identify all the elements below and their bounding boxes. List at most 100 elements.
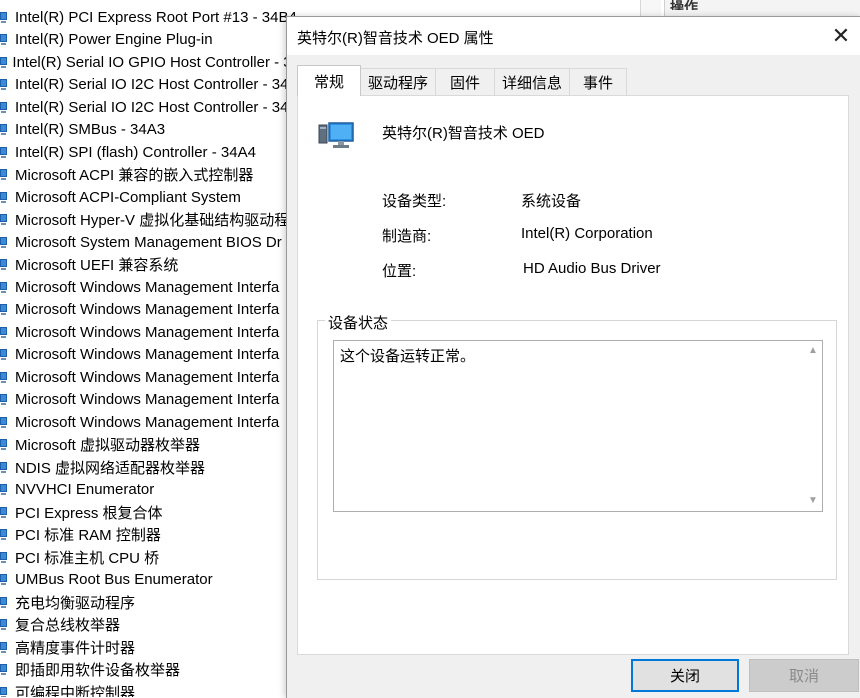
device-list-item[interactable]: Microsoft Windows Management Interfa bbox=[0, 411, 300, 433]
close-button[interactable]: 关闭 bbox=[631, 659, 739, 692]
device-list-item[interactable]: Intel(R) Serial IO I2C Host Controller -… bbox=[0, 96, 300, 118]
manufacturer-value: Intel(R) Corporation bbox=[521, 225, 653, 242]
device-list-item-label: NDIS 虚拟网络适配器枚举器 bbox=[15, 459, 206, 477]
manufacturer-label: 制造商: bbox=[382, 228, 432, 245]
device-list-item-label: PCI 标准 RAM 控制器 bbox=[15, 527, 161, 544]
device-list-item[interactable]: NDIS 虚拟网络适配器枚举器 bbox=[0, 456, 300, 478]
device-list-item[interactable]: Microsoft Windows Management Interfa bbox=[0, 344, 300, 366]
device-list-item-label: Microsoft UEFI 兼容系统 bbox=[15, 257, 179, 274]
device-list-item-label: NVVHCI Enumerator bbox=[15, 481, 155, 498]
device-list-item-label: 复合总线枚举器 bbox=[15, 617, 121, 634]
device-list-item[interactable]: Microsoft 虚拟驱动器枚举器 bbox=[0, 434, 300, 456]
device-list-item[interactable]: Intel(R) PCI Express Root Port #13 - 34B… bbox=[0, 6, 300, 28]
device-icon bbox=[0, 686, 8, 697]
device-list-item[interactable]: UMBus Root Bus Enumerator bbox=[0, 569, 300, 591]
device-icon bbox=[0, 394, 8, 405]
scroll-down-icon[interactable]: ▼ bbox=[808, 495, 818, 506]
device-list-item-label: Microsoft Windows Management Interfa bbox=[15, 346, 280, 363]
tab-events[interactable]: 事件 bbox=[569, 68, 627, 95]
device-list-item[interactable]: Microsoft Windows Management Interfa bbox=[0, 276, 300, 298]
device-list-item-label: PCI 标准主机 CPU 桥 bbox=[15, 549, 160, 567]
device-list-item-label: Microsoft Windows Management Interfa bbox=[15, 323, 280, 341]
device-list-item-label: 高精度事件计时器 bbox=[15, 639, 136, 657]
device-icon bbox=[0, 236, 8, 248]
tab-firmware[interactable]: 固件 bbox=[435, 68, 495, 95]
device-list-item-label: Microsoft Windows Management Interfa bbox=[15, 301, 280, 318]
device-list-item[interactable]: Microsoft Windows Management Interfa bbox=[0, 299, 300, 321]
device-list-item[interactable]: 即插即用软件设备枚举器 bbox=[0, 659, 300, 681]
device-icon bbox=[0, 664, 8, 675]
device-list-item[interactable]: Microsoft Windows Management Interfa bbox=[0, 366, 300, 388]
device-icon bbox=[0, 529, 8, 540]
device-type-value: 系统设备 bbox=[521, 193, 582, 210]
device-list-item[interactable]: Microsoft Windows Management Interfa bbox=[0, 389, 300, 411]
device-list-item[interactable]: Microsoft System Management BIOS Dr bbox=[0, 231, 300, 253]
device-list-item-label: Microsoft Windows Management Interfa bbox=[15, 368, 280, 386]
device-type-label: 设备类型: bbox=[382, 193, 447, 210]
device-icon bbox=[0, 56, 8, 68]
device-list-item[interactable]: Microsoft Windows Management Interfa bbox=[0, 321, 300, 343]
dialog-titlebar[interactable]: 英特尔(R)智音技术 OED 属性 ✕ bbox=[287, 17, 860, 55]
device-icon bbox=[0, 439, 8, 450]
device-icon bbox=[0, 146, 8, 158]
device-list-item[interactable]: 充电均衡驱动程序 bbox=[0, 591, 300, 613]
device-list-item-label: Microsoft Hyper-V 虚拟化基础结构驱动程 bbox=[15, 212, 290, 229]
device-list-item-label: UMBus Root Bus Enumerator bbox=[15, 571, 213, 588]
device-list-item-label: Microsoft ACPI 兼容的嵌入式控制器 bbox=[15, 167, 254, 184]
scroll-up-icon[interactable]: ▲ bbox=[808, 345, 818, 356]
device-name: 英特尔(R)智音技术 OED bbox=[382, 125, 545, 142]
device-list-item[interactable]: Microsoft UEFI 兼容系统 bbox=[0, 254, 300, 276]
device-icon bbox=[0, 124, 8, 135]
device-list-item[interactable]: Intel(R) Serial IO GPIO Host Controller … bbox=[0, 51, 300, 73]
device-icon bbox=[0, 574, 8, 585]
device-list-item[interactable]: 可编程中断控制器 bbox=[0, 681, 300, 697]
device-status-text: 这个设备运转正常。 bbox=[340, 348, 476, 365]
device-icon bbox=[0, 619, 8, 630]
device-list-item[interactable]: Microsoft ACPI 兼容的嵌入式控制器 bbox=[0, 164, 300, 186]
device-list-item-label: Intel(R) Serial IO I2C Host Controller -… bbox=[15, 76, 289, 93]
tab-driver[interactable]: 驱动程序 bbox=[360, 68, 436, 95]
device-icon bbox=[0, 101, 8, 113]
device-icon bbox=[0, 326, 8, 338]
status-scrollbar[interactable]: ▲ ▼ bbox=[805, 341, 822, 511]
device-list-item[interactable]: PCI 标准主机 CPU 桥 bbox=[0, 546, 300, 568]
device-list-item-label: 可编程中断控制器 bbox=[15, 684, 136, 698]
device-list-item-label: 即插即用软件设备枚举器 bbox=[15, 662, 181, 679]
device-icon bbox=[0, 349, 8, 360]
device-icon bbox=[0, 484, 8, 495]
location-value: HD Audio Bus Driver bbox=[523, 260, 661, 277]
device-icon bbox=[0, 371, 8, 383]
device-list-item[interactable]: NVVHCI Enumerator bbox=[0, 479, 300, 501]
device-list-item-label: Microsoft ACPI-Compliant System bbox=[15, 188, 241, 206]
device-list-item[interactable]: PCI 标准 RAM 控制器 bbox=[0, 524, 300, 546]
device-icon bbox=[0, 461, 8, 473]
cancel-button[interactable]: 取消 bbox=[749, 659, 859, 692]
device-list-item-label: Intel(R) Serial IO GPIO Host Controller … bbox=[12, 53, 300, 71]
device-list-item[interactable]: PCI Express 根复合体 bbox=[0, 501, 300, 523]
device-list-item-label: Microsoft 虚拟驱动器枚举器 bbox=[15, 437, 201, 454]
device-list-item-label: Intel(R) SPI (flash) Controller - 34A4 bbox=[15, 143, 256, 161]
device-list-item-label: 充电均衡驱动程序 bbox=[15, 594, 136, 612]
device-list-item-label: Intel(R) PCI Express Root Port #13 - 34B… bbox=[15, 8, 297, 26]
device-list-item[interactable]: Intel(R) Power Engine Plug-in bbox=[0, 29, 300, 51]
device-status-textbox[interactable]: 这个设备运转正常。 ▲ ▼ bbox=[333, 340, 823, 512]
device-icon bbox=[0, 11, 8, 23]
device-list-item[interactable]: Intel(R) Serial IO I2C Host Controller -… bbox=[0, 74, 300, 96]
device-list-item[interactable]: Microsoft Hyper-V 虚拟化基础结构驱动程 bbox=[0, 209, 300, 231]
device-list-item[interactable]: Microsoft ACPI-Compliant System bbox=[0, 186, 300, 208]
device-list-item-label: Microsoft Windows Management Interfa bbox=[15, 413, 280, 431]
device-icon bbox=[0, 506, 8, 518]
device-list-item[interactable]: Intel(R) SMBus - 34A3 bbox=[0, 119, 300, 141]
device-list-item[interactable]: Intel(R) SPI (flash) Controller - 34A4 bbox=[0, 141, 300, 163]
device-list-item[interactable]: 复合总线枚举器 bbox=[0, 614, 300, 636]
close-icon[interactable]: ✕ bbox=[827, 23, 855, 49]
device-list-item-label: Microsoft Windows Management Interfa bbox=[15, 278, 280, 296]
tab-details[interactable]: 详细信息 bbox=[494, 68, 570, 95]
tab-general[interactable]: 常规 bbox=[297, 65, 361, 96]
device-list-item-label: Microsoft Windows Management Interfa bbox=[15, 391, 280, 408]
device-icon bbox=[0, 169, 8, 180]
dialog-title: 英特尔(R)智音技术 OED 属性 bbox=[297, 30, 494, 47]
device-list-item[interactable]: 高精度事件计时器 bbox=[0, 636, 300, 658]
device-list: Intel(R) PCI Express Root Port #13 - 34B… bbox=[0, 0, 300, 697]
device-status-label: 设备状态 bbox=[325, 312, 392, 333]
